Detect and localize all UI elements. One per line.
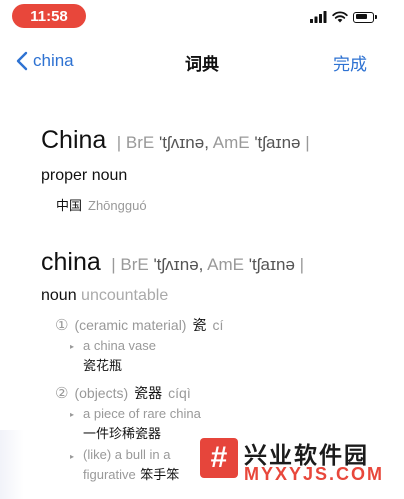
ame-ipa[interactable]: 'tʃaɪnə: [249, 255, 295, 274]
bre-ipa[interactable]: 'tʃʌɪnə,: [159, 133, 209, 152]
sense-pinyin: cí: [212, 317, 224, 333]
triangle-bullet-icon: ▸: [70, 452, 75, 461]
watermark-logo: #: [200, 438, 238, 478]
usage-label: figurative: [83, 467, 136, 482]
sense-number: ①: [55, 317, 69, 334]
watermark-domain: MYXYJS.COM: [244, 464, 385, 484]
sense-translation: 瓷器: [134, 385, 163, 401]
example-chinese: 一件珍稀瓷器: [83, 426, 162, 441]
example-chinese: 瓷花瓶: [83, 358, 123, 373]
edge-shade: [0, 430, 24, 499]
battery-icon: [353, 11, 377, 23]
example-english: (like) a bull in a: [83, 447, 171, 462]
done-button[interactable]: 完成: [333, 50, 367, 75]
sense-translation: 瓷: [192, 317, 207, 333]
pronunciation: | BrE 'tʃʌɪnə, AmE 'tʃaɪnə |: [116, 133, 310, 152]
entry-header: china | BrE 'tʃʌɪnə, AmE 'tʃaɪnə |: [41, 248, 304, 277]
bre-ipa[interactable]: 'tʃʌɪnə,: [153, 255, 203, 274]
pronunciation: | BrE 'tʃʌɪnə, AmE 'tʃaɪnə |: [111, 255, 305, 274]
part-of-speech: noun uncountable: [41, 287, 168, 305]
example-english: a china vase: [83, 338, 156, 353]
ame-label: AmE: [207, 255, 245, 274]
sense-gloss: (ceramic material): [74, 317, 187, 333]
bre-label: BrE: [120, 255, 149, 274]
pos-label: noun: [41, 287, 77, 304]
status-icons: [310, 9, 377, 25]
pinyin: Zhōngguó: [88, 198, 147, 213]
headword: china: [41, 248, 101, 276]
translation-line: 中国 Zhōngguó: [56, 195, 147, 214]
sense-pinyin: cíqì: [168, 385, 191, 401]
wifi-icon: [332, 11, 348, 23]
status-time: 11:58: [12, 4, 86, 28]
sense: ② (objects) 瓷器 cíqì: [55, 383, 191, 403]
triangle-bullet-icon: ▸: [70, 410, 75, 419]
part-of-speech: proper noun: [41, 167, 128, 184]
sense-gloss: (objects): [74, 385, 129, 401]
ame-label: AmE: [212, 133, 250, 152]
sense-number: ②: [55, 385, 69, 402]
example-english: a piece of rare china: [83, 406, 201, 421]
translation: 中国: [56, 198, 83, 213]
pos-qualifier: uncountable: [81, 287, 169, 304]
headword: China: [41, 126, 107, 154]
sense: ① (ceramic material) 瓷 cí: [55, 315, 223, 335]
bre-label: BrE: [125, 133, 155, 152]
signal-icon: [310, 11, 327, 23]
triangle-bullet-icon: ▸: [70, 342, 75, 351]
entry-header: China | BrE 'tʃʌɪnə, AmE 'tʃaɪnə |: [41, 126, 310, 155]
ame-ipa[interactable]: 'tʃaɪnə: [254, 133, 300, 152]
example-line: figurative 笨手笨: [83, 464, 179, 484]
example-chinese: 笨手笨: [140, 467, 180, 482]
